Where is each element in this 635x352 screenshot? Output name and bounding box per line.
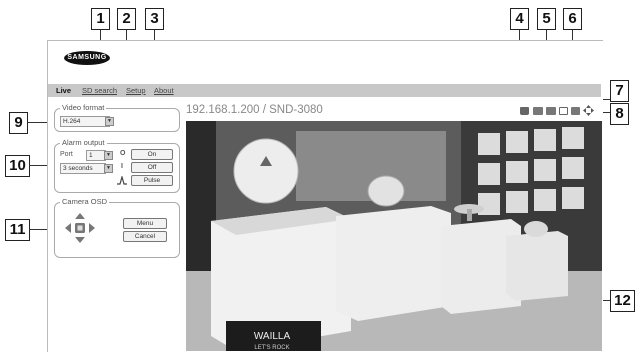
alarm-on-button[interactable]: On	[131, 149, 173, 160]
callout-11: 11	[5, 219, 30, 241]
video-sign-text: WAILLA	[254, 331, 291, 342]
callout-1: 1	[91, 8, 110, 30]
video-scene: WAILLA LET'S ROCK	[186, 121, 602, 351]
ptz-arrows-icon[interactable]	[583, 105, 594, 116]
menu-setup[interactable]: Setup	[126, 86, 146, 95]
pulse-icon	[117, 176, 127, 185]
callout-10: 10	[5, 155, 30, 177]
callout-4: 4	[510, 8, 529, 30]
live-video-view[interactable]: WAILLA LET'S ROCK	[186, 121, 602, 351]
port-select[interactable]: 1	[86, 150, 106, 161]
print-icon[interactable]	[520, 107, 529, 115]
osd-up-arrow	[75, 213, 85, 219]
callout-8: 8	[610, 103, 629, 125]
samsung-logo: SAMSUNG	[64, 51, 110, 65]
menu-about[interactable]: About	[154, 86, 174, 95]
chevron-down-icon[interactable]: ▼	[105, 117, 114, 126]
alarm-off-button[interactable]: Off	[131, 162, 173, 173]
video-format-select[interactable]: H.264	[60, 116, 110, 127]
callout-9: 9	[9, 112, 28, 134]
fullscreen-icon[interactable]	[559, 107, 568, 115]
duration-select[interactable]: 3 seconds	[60, 163, 106, 174]
settings-icon[interactable]	[571, 107, 580, 115]
record-icon[interactable]	[546, 107, 556, 115]
camera-title: 192.168.1.200 / SND-3080	[186, 104, 323, 116]
menu-live[interactable]: Live	[56, 86, 71, 95]
callout-12: 12	[610, 290, 635, 312]
alarm-output-legend: Alarm output	[60, 138, 107, 147]
off-symbol-icon: I	[121, 163, 123, 170]
capture-icon[interactable]	[533, 107, 543, 115]
osd-dpad-icon[interactable]	[63, 211, 97, 245]
osd-down-arrow	[75, 237, 85, 243]
osd-right-arrow	[89, 223, 95, 233]
alarm-pulse-button[interactable]: Pulse	[131, 175, 173, 186]
callout-6: 6	[563, 8, 582, 30]
osd-menu-button[interactable]: Menu	[123, 218, 167, 229]
video-format-legend: Video format	[60, 103, 107, 112]
video-sign-subtext: LET'S ROCK	[254, 345, 289, 351]
callout-5: 5	[537, 8, 556, 30]
callout-2: 2	[117, 8, 136, 30]
duration-chevron-icon[interactable]: ▼	[104, 164, 113, 173]
on-symbol-icon: O	[120, 150, 126, 157]
port-label: Port	[60, 151, 73, 158]
port-chevron-icon[interactable]: ▼	[104, 151, 113, 160]
callout-3: 3	[145, 8, 164, 30]
callout-7: 7	[610, 80, 629, 102]
osd-cancel-button[interactable]: Cancel	[123, 231, 167, 242]
camera-osd-legend: Camera OSD	[60, 197, 110, 206]
osd-left-arrow	[65, 223, 71, 233]
menu-sd-search[interactable]: SD search	[82, 86, 117, 95]
